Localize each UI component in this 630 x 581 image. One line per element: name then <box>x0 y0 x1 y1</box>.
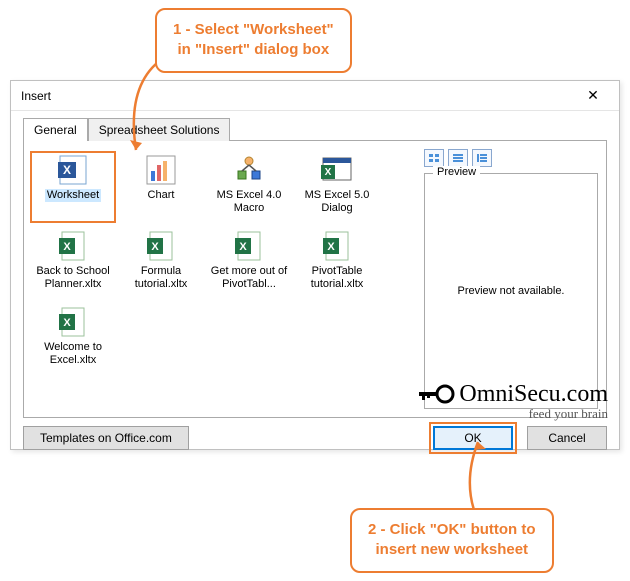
view-large-icons-button[interactable] <box>424 149 444 167</box>
tab-general[interactable]: General <box>23 118 88 141</box>
template-icon: X <box>56 305 90 339</box>
template-item-ms-excel-5-0-dialog[interactable]: X MS Excel 5.0 Dialog <box>294 151 380 223</box>
template-item-worksheet[interactable]: X Worksheet <box>30 151 116 223</box>
callout-2-text: 2 - Click "OK" button to insert new work… <box>368 521 536 558</box>
template-item-back-to-school-planner-xltx[interactable]: X Back to School Planner.xltx <box>30 227 116 299</box>
template-icon: X <box>232 229 266 263</box>
close-button[interactable]: ✕ <box>573 84 613 108</box>
template-label: Back to School Planner.xltx <box>30 265 116 290</box>
template-icon: X <box>56 229 90 263</box>
svg-text:X: X <box>325 167 332 178</box>
callout-step-1: 1 - Select "Worksheet" in "Insert" dialo… <box>155 8 352 73</box>
dialog-title: Insert <box>21 89 573 103</box>
template-label: MS Excel 4.0 Macro <box>206 189 292 214</box>
tab-row: General Spreadsheet Solutions <box>11 111 619 140</box>
svg-text:X: X <box>63 241 71 253</box>
template-icon: X <box>56 153 90 187</box>
preview-message: Preview not available. <box>425 285 597 297</box>
template-icon: X <box>320 153 354 187</box>
template-icon: X <box>320 229 354 263</box>
template-icon <box>232 153 266 187</box>
template-item-formula-tutorial-xltx[interactable]: X Formula tutorial.xltx <box>118 227 204 299</box>
callout-step-2: 2 - Click "OK" button to insert new work… <box>350 508 554 573</box>
svg-text:X: X <box>327 241 335 253</box>
watermark-tagline: feed your brain <box>529 406 608 422</box>
tab-panel: X Worksheet Chart MS Excel 4.0 Macro X MS Exc… <box>23 140 607 418</box>
template-label: Formula tutorial.xltx <box>118 265 204 290</box>
template-label: Get more out of PivotTabl... <box>206 265 292 290</box>
cancel-button[interactable]: Cancel <box>527 426 607 450</box>
template-item-welcome-to-excel-xltx[interactable]: X Welcome to Excel.xltx <box>30 303 116 375</box>
template-item-get-more-out-of-pivottabl[interactable]: X Get more out of PivotTabl... <box>206 227 292 299</box>
svg-text:X: X <box>151 241 159 253</box>
templates-list: X Worksheet Chart MS Excel 4.0 Macro X MS Exc… <box>24 141 416 417</box>
svg-text:X: X <box>63 163 71 177</box>
callout-2-arrow <box>460 434 500 514</box>
svg-text:X: X <box>63 317 71 329</box>
list-icon <box>452 153 464 163</box>
right-column: Preview Preview not available. <box>416 141 606 417</box>
close-icon: ✕ <box>587 87 599 104</box>
titlebar: Insert ✕ <box>11 81 619 111</box>
watermark-name: OmniSecu.com <box>459 381 608 408</box>
template-item-ms-excel-4-0-macro[interactable]: MS Excel 4.0 Macro <box>206 151 292 223</box>
view-list-button[interactable] <box>448 149 468 167</box>
view-details-button[interactable] <box>472 149 492 167</box>
template-icon: X <box>144 229 178 263</box>
preview-box: Preview Preview not available. <box>424 173 598 409</box>
template-label: Worksheet <box>45 189 101 202</box>
svg-text:X: X <box>239 241 247 253</box>
details-icon <box>476 153 488 163</box>
watermark-logo: OmniSecu.com feed your brain <box>419 380 608 422</box>
template-label: Chart <box>148 189 175 202</box>
callout-1-text: 1 - Select "Worksheet" in "Insert" dialo… <box>173 21 334 58</box>
preview-label: Preview <box>433 166 480 178</box>
templates-office-button[interactable]: Templates on Office.com <box>23 426 189 450</box>
key-icon <box>419 380 455 408</box>
template-label: MS Excel 5.0 Dialog <box>294 189 380 214</box>
template-label: Welcome to Excel.xltx <box>30 341 116 366</box>
large-icons-icon <box>428 153 440 163</box>
view-mode-buttons <box>424 149 598 167</box>
dialog-button-row: Templates on Office.com OK Cancel <box>11 426 619 460</box>
template-label: PivotTable tutorial.xltx <box>294 265 380 290</box>
template-item-pivottable-tutorial-xltx[interactable]: X PivotTable tutorial.xltx <box>294 227 380 299</box>
